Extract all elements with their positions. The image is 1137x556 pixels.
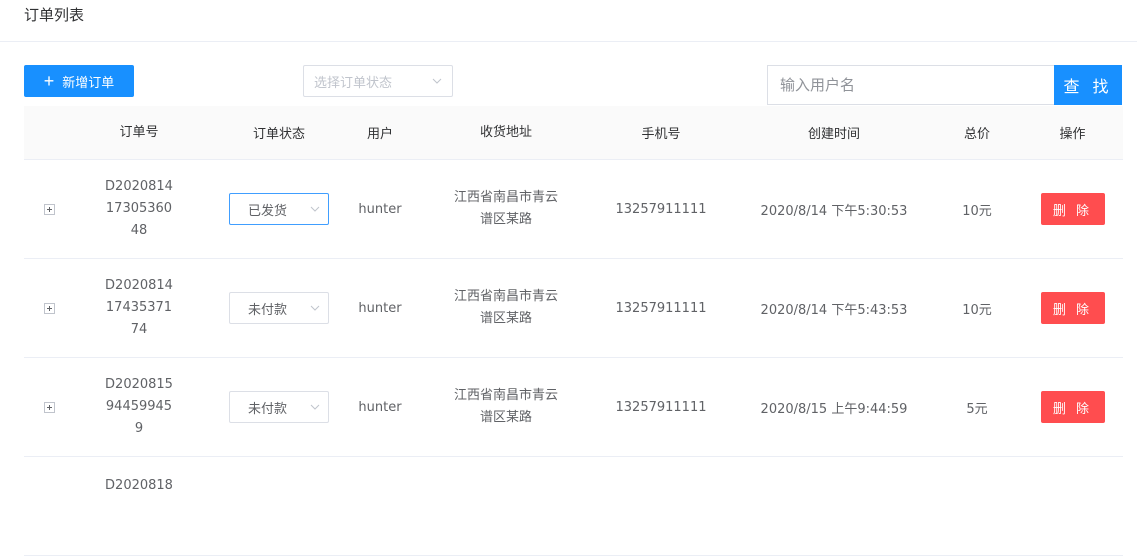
order-created: 2020/8/15 上午9:44:59: [760, 401, 908, 417]
header-status: 订单状态: [252, 127, 305, 142]
chevron-down-icon: [310, 305, 320, 311]
search-button[interactable]: 查 找: [1054, 65, 1122, 105]
header-address: 收货地址: [479, 124, 532, 140]
add-order-label: 新增订单: [62, 74, 115, 90]
header-created: 创建时间: [807, 127, 860, 142]
chevron-down-icon: [432, 78, 442, 84]
header-action: 操作: [1059, 127, 1086, 142]
plus-icon: +: [43, 71, 55, 91]
order-user: hunter: [358, 201, 402, 217]
delete-button[interactable]: 删 除: [1040, 391, 1105, 423]
order-id: D2020815 94459945 9: [74, 358, 204, 456]
address-line: 谱区某路: [479, 410, 532, 425]
order-id-line: D2020814: [105, 179, 173, 194]
header-order-id: 订单号: [119, 124, 159, 140]
order-user: hunter: [358, 399, 402, 415]
expand-icon[interactable]: [43, 203, 55, 215]
order-phone: 13257911111: [615, 201, 707, 217]
order-created: 2020/8/14 下午5:43:53: [760, 302, 908, 318]
order-id-line: D2020814: [105, 278, 173, 293]
delete-button[interactable]: 删 除: [1040, 292, 1105, 324]
status-filter-select[interactable]: 选择订单状态: [303, 65, 453, 97]
header-phone: 手机号: [641, 127, 681, 142]
order-id: D2020818: [74, 457, 204, 555]
order-status-select[interactable]: 未付款: [229, 391, 329, 423]
order-user: hunter: [358, 300, 402, 316]
expand-icon[interactable]: [43, 401, 55, 413]
order-address: 江西省南昌市青云 谱区某路: [426, 160, 586, 258]
order-id-line: 94459945: [105, 399, 173, 414]
table-header: 订单号 订单状态 用户 收货地址 手机号 创建时间 总价 操作: [24, 106, 1123, 160]
order-id-line: 17435371: [105, 300, 173, 315]
order-address: 江西省南昌市青云 谱区某路: [426, 358, 586, 456]
expand-icon[interactable]: [43, 302, 55, 314]
order-id-line: 48: [130, 223, 148, 238]
order-phone: 13257911111: [615, 399, 707, 415]
chevron-down-icon: [310, 404, 320, 410]
address-line: 谱区某路: [479, 311, 532, 326]
order-id-line: D2020818: [105, 478, 173, 493]
table-row: D2020814 17435371 74 未付款 hunter 江西省南昌市青云…: [24, 259, 1123, 358]
order-id-line: 74: [130, 322, 148, 337]
address-line: 江西省南昌市青云: [453, 190, 558, 205]
title-divider: [0, 41, 1137, 42]
order-phone: 13257911111: [615, 300, 707, 316]
order-total: 5元: [966, 401, 988, 417]
address-line: 江西省南昌市青云: [453, 289, 558, 304]
orders-table: 订单号 订单状态 用户 收货地址 手机号 创建时间 总价 操作 D2020814…: [24, 106, 1123, 556]
username-search-input[interactable]: [767, 65, 1055, 105]
order-status-value: 未付款: [248, 302, 288, 318]
order-id: D2020814 17305360 48: [74, 160, 204, 258]
order-id-line: 17305360: [105, 201, 173, 216]
table-row: D2020818: [24, 457, 1123, 556]
address-line: 谱区某路: [479, 212, 532, 227]
table-row: D2020815 94459945 9 未付款 hunter 江西省南昌市青云 …: [24, 358, 1123, 457]
order-status-value: 未付款: [248, 401, 288, 417]
order-created: 2020/8/14 下午5:30:53: [760, 203, 908, 219]
add-order-button[interactable]: + 新增订单: [24, 65, 134, 97]
order-status-select[interactable]: 已发货: [229, 193, 329, 225]
order-id-line: D2020815: [105, 377, 173, 392]
table-row: D2020814 17305360 48 已发货 hunter 江西省南昌市青云…: [24, 160, 1123, 259]
order-status-value: 已发货: [248, 203, 288, 219]
order-id: D2020814 17435371 74: [74, 259, 204, 357]
status-filter-placeholder: 选择订单状态: [314, 75, 393, 91]
header-total: 总价: [963, 127, 990, 142]
order-status-select[interactable]: 未付款: [229, 292, 329, 324]
chevron-down-icon: [310, 206, 320, 212]
order-total: 10元: [962, 302, 992, 318]
order-total: 10元: [962, 203, 992, 219]
order-id-line: 9: [134, 421, 144, 436]
delete-button[interactable]: 删 除: [1040, 193, 1105, 225]
page-title: 订单列表: [24, 6, 85, 24]
header-user: 用户: [366, 127, 393, 142]
order-address: 江西省南昌市青云 谱区某路: [426, 259, 586, 357]
address-line: 江西省南昌市青云: [453, 388, 558, 403]
